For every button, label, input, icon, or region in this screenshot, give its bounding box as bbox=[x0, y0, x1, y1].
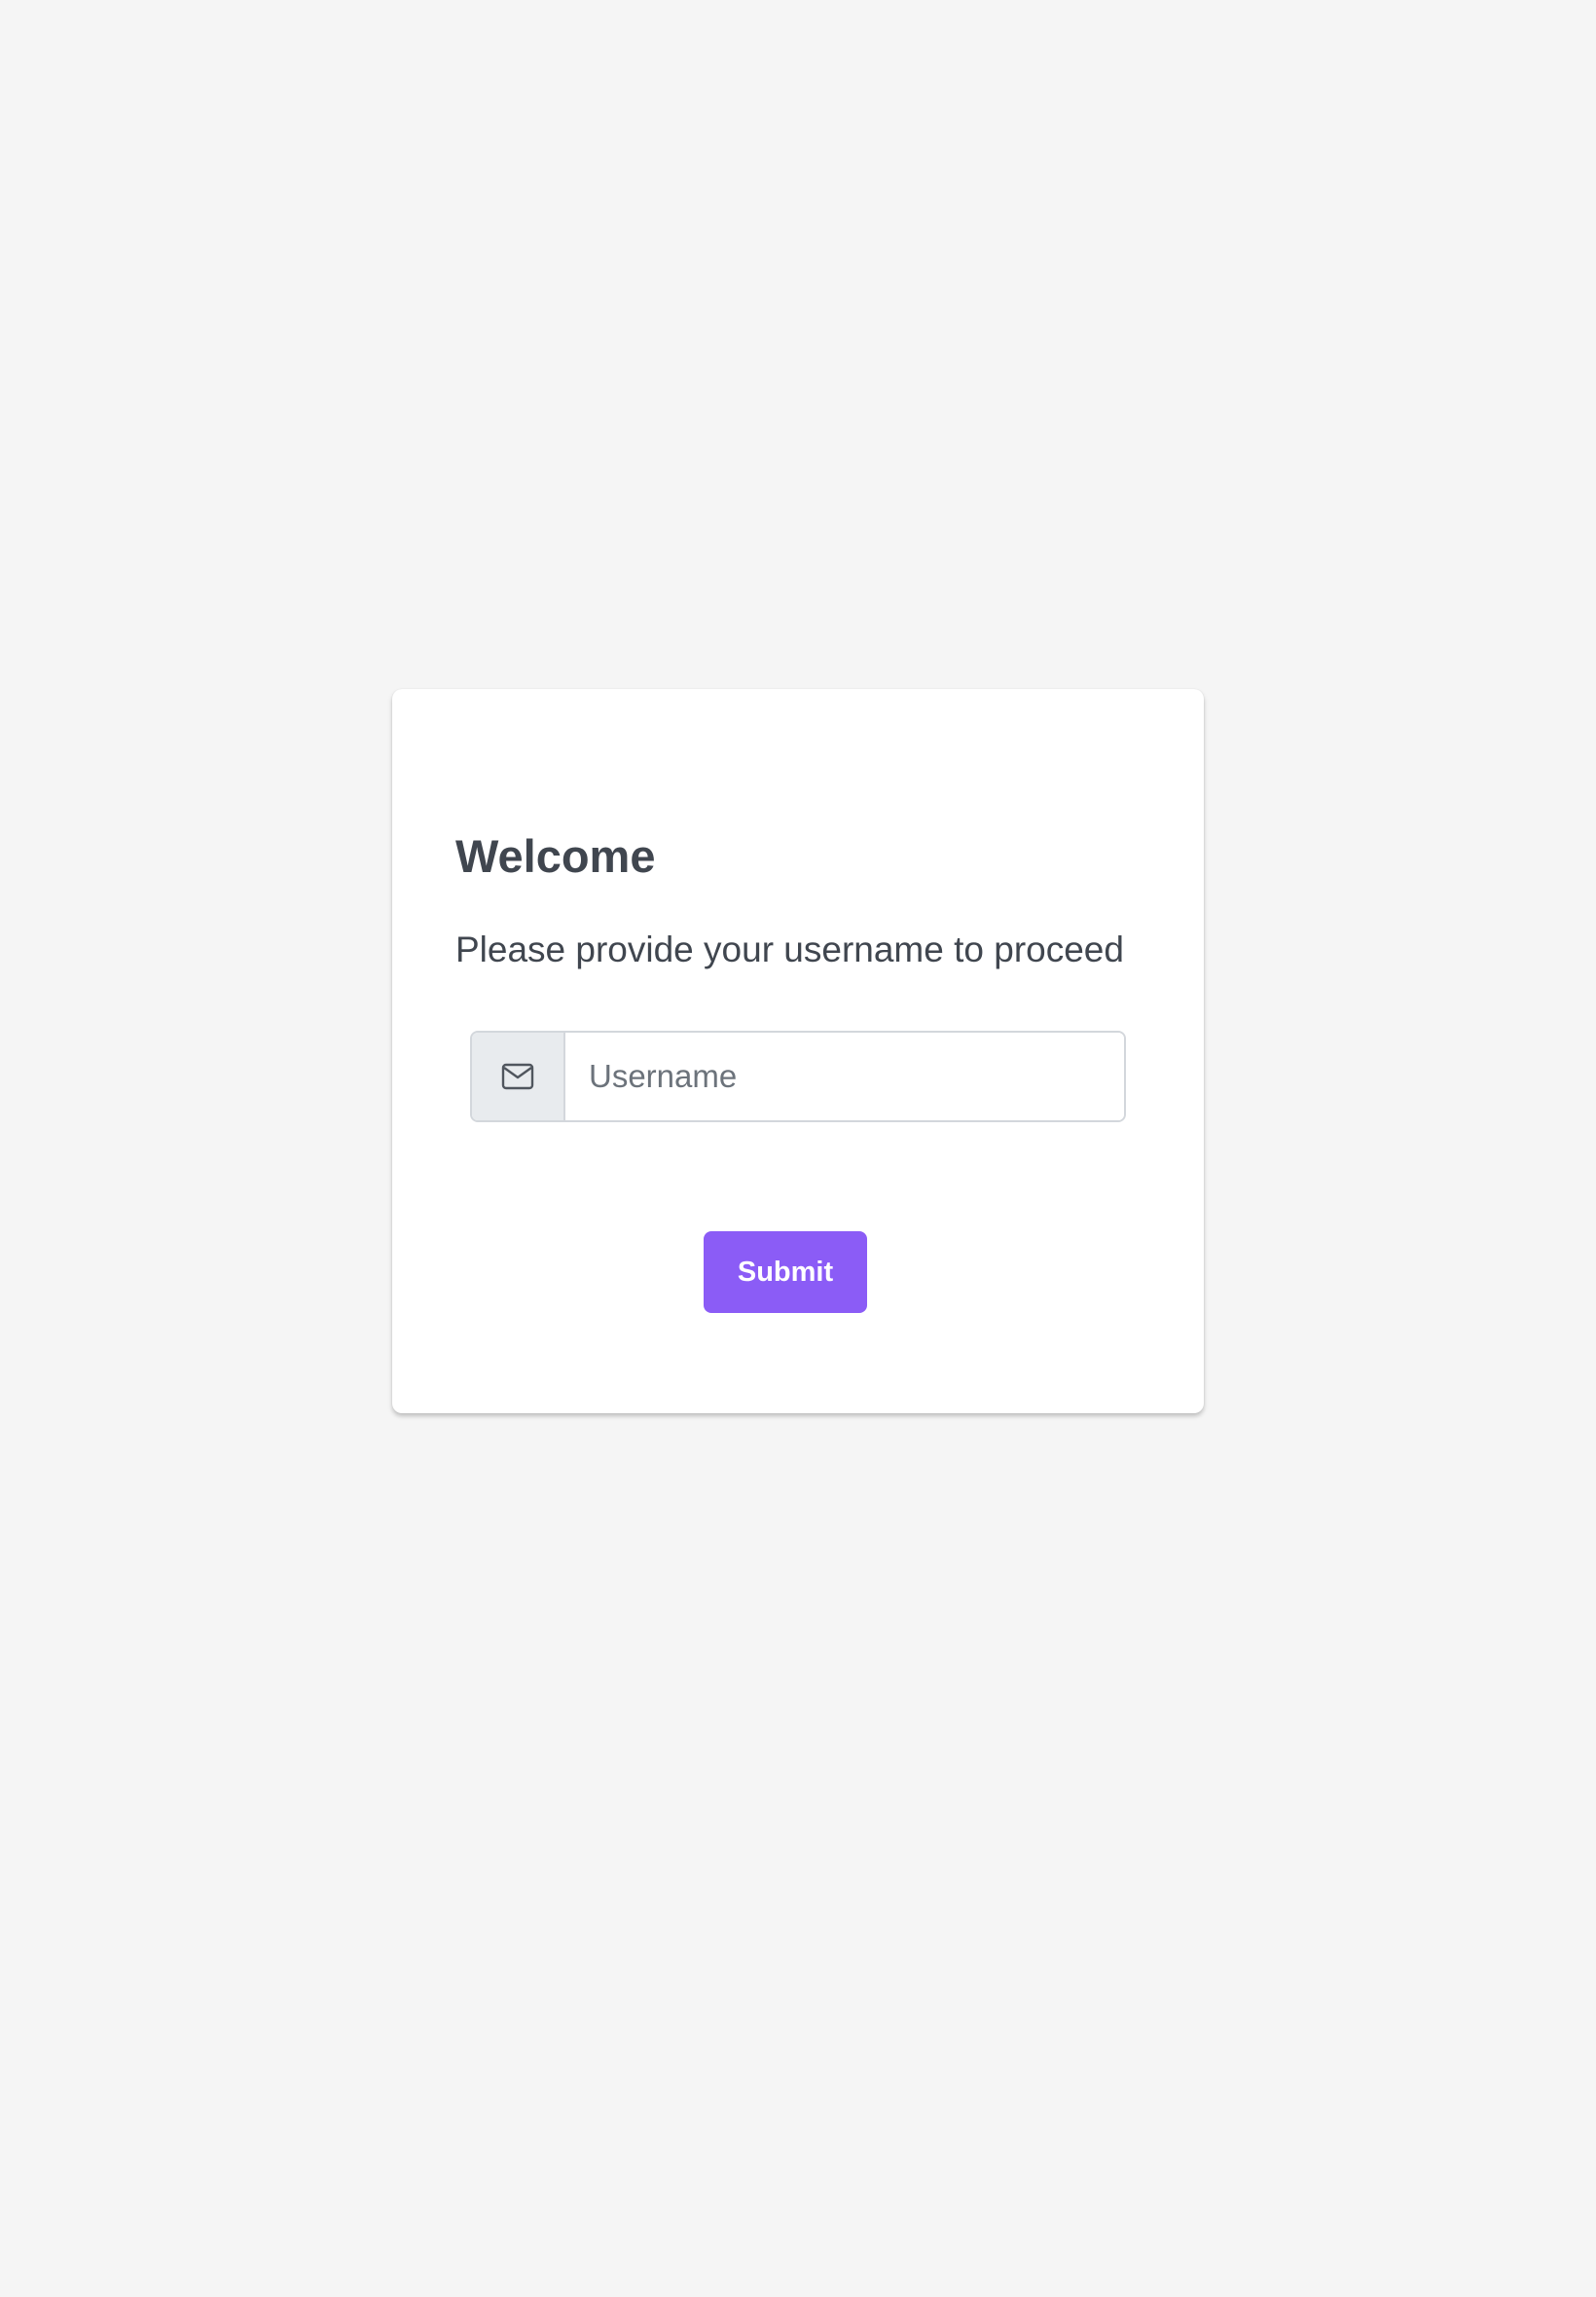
mail-icon bbox=[501, 1062, 534, 1091]
page-title: Welcome bbox=[455, 830, 656, 882]
username-input-group bbox=[470, 1031, 1126, 1122]
username-input[interactable] bbox=[565, 1033, 1124, 1120]
input-addon bbox=[472, 1033, 565, 1120]
submit-button[interactable]: Submit bbox=[704, 1231, 867, 1313]
login-card: Welcome Please provide your username to … bbox=[392, 689, 1204, 1413]
page-subtitle: Please provide your username to proceed bbox=[455, 930, 1124, 969]
